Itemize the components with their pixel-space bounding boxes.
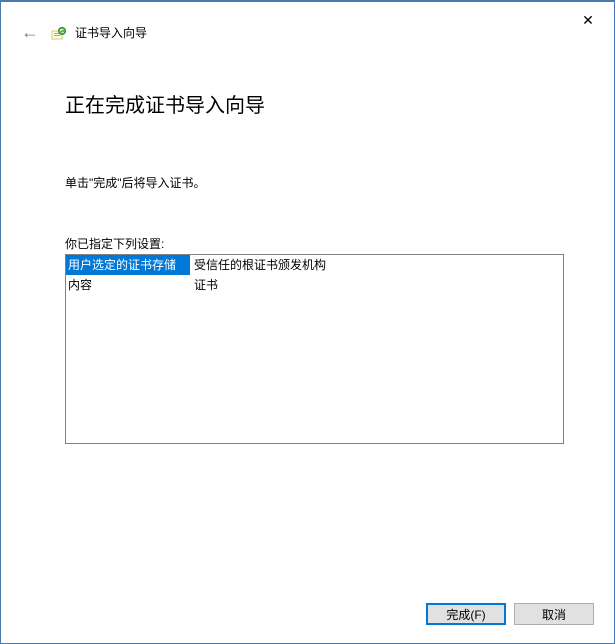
table-row[interactable]: 内容 证书 — [66, 275, 563, 295]
certificate-wizard-icon — [51, 25, 67, 41]
wizard-title: 证书导入向导 — [75, 24, 147, 41]
settings-table[interactable]: 用户选定的证书存储 受信任的根证书颁发机构 内容 证书 — [65, 254, 564, 444]
setting-key: 内容 — [66, 275, 190, 295]
wizard-content: 正在完成证书导入向导 单击"完成"后将导入证书。 你已指定下列设置: 用户选定的… — [1, 49, 614, 464]
wizard-header: ← 证书导入向导 — [1, 2, 614, 49]
page-heading: 正在完成证书导入向导 — [65, 89, 564, 118]
setting-value: 受信任的根证书颁发机构 — [190, 255, 563, 275]
finish-button[interactable]: 完成(F) — [426, 603, 506, 625]
cancel-button[interactable]: 取消 — [514, 603, 594, 625]
back-arrow-icon: ← — [17, 20, 43, 45]
setting-value: 证书 — [190, 275, 563, 295]
instruction-text: 单击"完成"后将导入证书。 — [65, 174, 564, 191]
settings-label: 你已指定下列设置: — [65, 235, 564, 252]
wizard-footer: 完成(F) 取消 — [426, 603, 594, 625]
table-row[interactable]: 用户选定的证书存储 受信任的根证书颁发机构 — [66, 255, 563, 275]
close-button[interactable]: ✕ — [568, 6, 608, 34]
setting-key: 用户选定的证书存储 — [66, 255, 190, 275]
